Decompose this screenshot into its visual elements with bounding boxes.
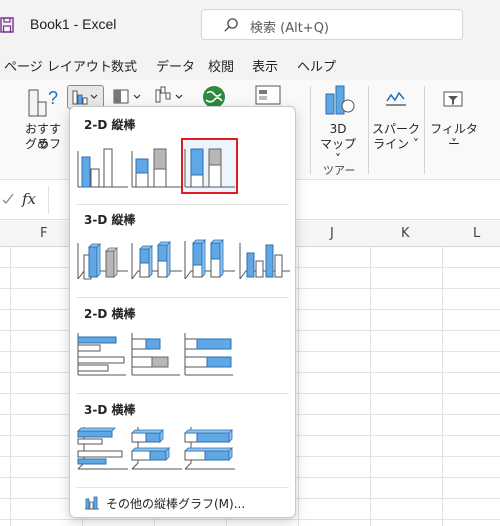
- save-icon[interactable]: [0, 17, 14, 33]
- tour-group-label: ツアー: [323, 164, 356, 177]
- tab-data[interactable]: データ: [156, 56, 195, 75]
- section-title-2d-column: 2-D 縦棒: [84, 118, 136, 132]
- section-divider: [76, 204, 289, 205]
- insert-function-icon[interactable]: fx: [22, 190, 36, 208]
- tab-page-layout[interactable]: ページ レイアウト: [4, 56, 112, 75]
- recommended-charts-icon[interactable]: ?: [27, 86, 59, 118]
- column-chart-dropdown: 2-D 縦棒 3-D 縦棒 2-D 横棒 3-D 横棒 その他の縦棒グラフ(M)…: [69, 106, 296, 518]
- recommended-charts-label-2: グラフ: [24, 137, 61, 151]
- column-chart-icon: [85, 496, 99, 510]
- search-placeholder: 検索 (Alt+Q): [250, 21, 330, 36]
- stacked-bar-option[interactable]: [130, 331, 184, 377]
- 3d-100-stacked-column-option[interactable]: [183, 235, 237, 281]
- section-divider: [76, 393, 289, 394]
- tab-help[interactable]: ヘルプ: [297, 56, 336, 75]
- tab-view[interactable]: 表示: [252, 56, 278, 75]
- ribbon-separator: [310, 86, 311, 174]
- sparkline-label-1: スパーク: [372, 122, 421, 136]
- section-divider: [76, 487, 289, 488]
- search-icon: [224, 18, 238, 32]
- more-column-charts-link[interactable]: その他の縦棒グラフ(M)...: [106, 495, 245, 512]
- check-icon[interactable]: [2, 192, 14, 206]
- 3d-column-option[interactable]: [238, 235, 292, 281]
- 3d-map-icon[interactable]: [323, 84, 357, 116]
- ribbon-separator: [368, 86, 369, 174]
- hierarchy-chart-icon[interactable]: [113, 88, 145, 106]
- column-header-f[interactable]: F: [40, 226, 47, 241]
- filter-icon[interactable]: [442, 90, 464, 110]
- stacked-column-option[interactable]: [130, 143, 184, 189]
- section-divider: [76, 297, 289, 298]
- section-title-3d-column: 3-D 縦棒: [84, 213, 136, 227]
- section-title-2d-bar: 2-D 横棒: [84, 307, 136, 321]
- 100-stacked-column-option[interactable]: [183, 143, 237, 189]
- sparkline-icon[interactable]: [384, 90, 408, 110]
- 100-stacked-bar-option[interactable]: [183, 331, 237, 377]
- column-header-l[interactable]: L: [473, 226, 480, 241]
- column-header-k[interactable]: K: [401, 226, 410, 241]
- filter-label-2: ˅: [451, 137, 457, 151]
- pivot-chart-icon[interactable]: [254, 84, 282, 106]
- column-header-j[interactable]: J: [330, 226, 334, 241]
- window-title: Book1 - Excel: [30, 16, 117, 32]
- 3d-100-stacked-bar-option[interactable]: [183, 425, 237, 471]
- 3d-clustered-bar-option[interactable]: [76, 425, 130, 471]
- sparkline-label-2: ライン ˅: [373, 137, 419, 151]
- section-title-3d-bar: 3-D 横棒: [84, 403, 136, 417]
- clustered-bar-option[interactable]: [76, 331, 130, 377]
- tab-formulas[interactable]: 数式: [111, 56, 137, 75]
- 3d-map-label-1: 3D: [329, 122, 347, 136]
- clustered-column-option[interactable]: [76, 143, 130, 189]
- column-chart-icon: [72, 90, 98, 105]
- ribbon-separator: [424, 86, 425, 174]
- svg-text:?: ?: [48, 88, 58, 108]
- tab-review[interactable]: 校閲: [208, 56, 234, 75]
- search-box[interactable]: 検索 (Alt+Q): [201, 9, 463, 40]
- 3d-stacked-bar-option[interactable]: [130, 425, 184, 471]
- 3d-stacked-column-option[interactable]: [130, 235, 184, 281]
- 3d-clustered-column-option[interactable]: [76, 235, 130, 281]
- waterfall-chart-icon[interactable]: [155, 86, 187, 106]
- title-bar: Book1 - Excel 検索 (Alt+Q): [0, 0, 500, 50]
- ribbon-tabs: ページ レイアウト 数式 データ 校閲 表示 ヘルプ: [0, 50, 500, 80]
